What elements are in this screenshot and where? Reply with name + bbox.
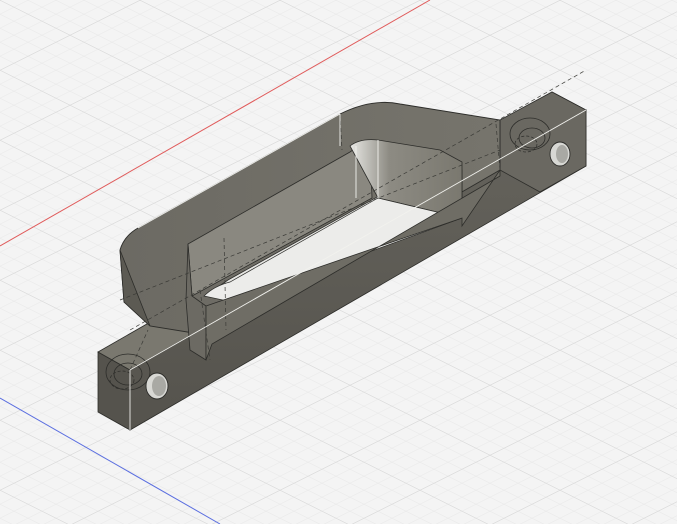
right-through-hole [549, 141, 571, 167]
3d-viewport[interactable] [0, 0, 677, 524]
left-through-hole [145, 372, 169, 400]
viewport-canvas[interactable] [0, 0, 677, 524]
